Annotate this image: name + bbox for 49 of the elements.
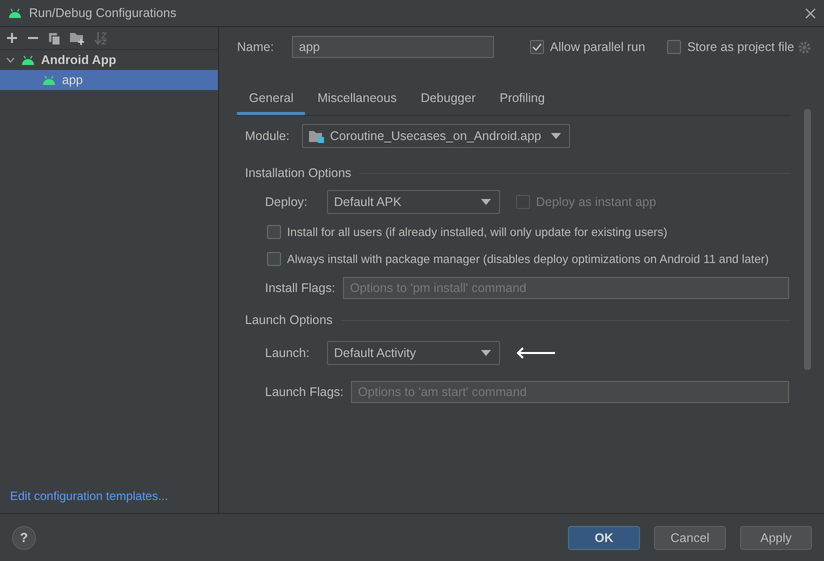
name-field[interactable]: app: [292, 36, 494, 58]
android-logo-icon: [8, 8, 22, 18]
chevron-icon[interactable]: [6, 57, 15, 63]
tab[interactable]: Profiling: [488, 85, 557, 115]
launch-dropdown[interactable]: Default Activity: [327, 341, 500, 365]
deploy-dropdown[interactable]: Default APK: [327, 190, 500, 214]
caret-icon: [551, 133, 561, 139]
android-icon: [21, 55, 35, 65]
checkbox[interactable]: [530, 40, 544, 54]
checkbox-label: Always install with package manager (disables deploy optimizations on Android 11 and later): [287, 252, 769, 266]
checkbox-label: Deploy as instant app: [536, 195, 656, 209]
launch-label: Launch:: [265, 346, 310, 360]
tree-item[interactable]: Android App: [0, 50, 218, 70]
section-title: Installation Options: [245, 166, 352, 180]
checkbox-label: Allow parallel run: [550, 40, 646, 54]
module-dropdown[interactable]: Coroutine_Usecases_on_Android.app: [302, 124, 570, 148]
help-button[interactable]: ?: [12, 526, 36, 550]
deploy-label: Deploy:: [265, 195, 308, 209]
tree-item[interactable]: app: [0, 70, 218, 90]
caret-icon: [481, 350, 491, 356]
close-icon[interactable]: [805, 8, 816, 18]
name-label: Name:: [237, 40, 275, 54]
module-label: Module:: [245, 129, 290, 143]
arrow-icon: [516, 347, 556, 359]
tab[interactable]: General: [237, 85, 306, 115]
tree-label: app: [62, 73, 83, 87]
dialog-button[interactable]: Cancel: [654, 526, 726, 550]
dialog-button[interactable]: OK: [568, 526, 640, 550]
launch-flags-label: Launch Flags:: [265, 385, 341, 399]
tab[interactable]: Debugger: [408, 85, 488, 115]
window-title: Run/Debug Configurations: [29, 6, 178, 20]
android-icon: [42, 75, 56, 85]
checkbox[interactable]: [667, 40, 682, 54]
tab[interactable]: Miscellaneous: [305, 85, 409, 115]
install-flags-label: Install Flags:: [265, 281, 333, 295]
tree-label: Android App: [41, 53, 116, 67]
scrollbar[interactable]: [804, 109, 811, 370]
folder-plus-icon[interactable]: [70, 32, 85, 44]
plus-icon[interactable]: [6, 32, 18, 44]
caret-icon: [481, 199, 491, 205]
dialog-button[interactable]: Apply: [740, 526, 812, 550]
copy-icon[interactable]: [48, 32, 61, 44]
checkbox-label: Store as project file: [687, 40, 794, 54]
checkbox-label: Install for all users (if already installed, will only update for existing users): [287, 225, 668, 239]
edit-templates-link[interactable]: Edit configuration templates...: [10, 489, 168, 503]
checkbox[interactable]: [267, 225, 281, 239]
section-title: Launch Options: [245, 313, 333, 327]
checkbox[interactable]: [267, 252, 281, 266]
folder-icon: [309, 130, 324, 142]
